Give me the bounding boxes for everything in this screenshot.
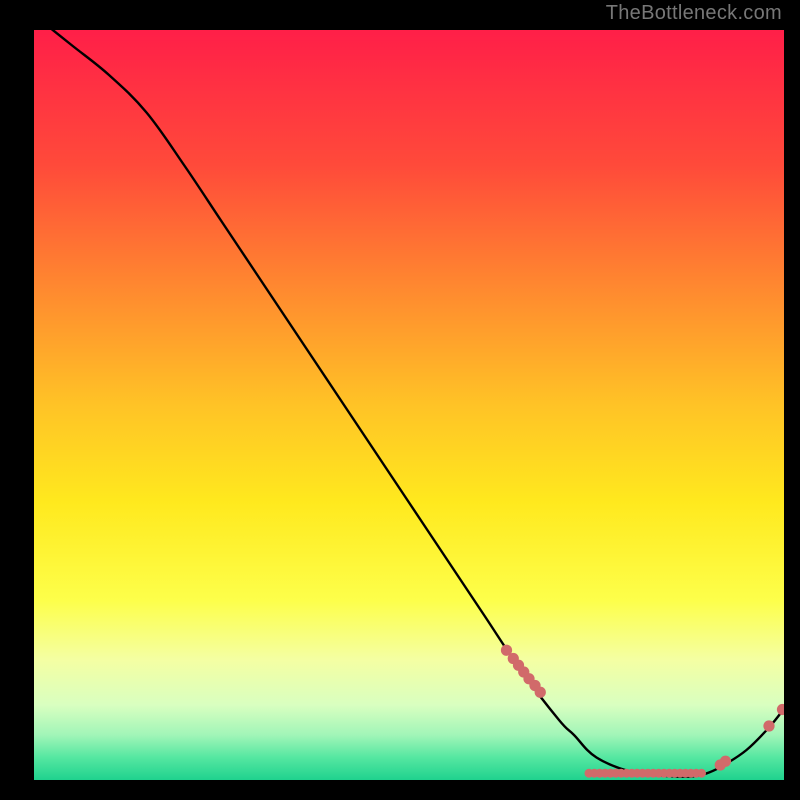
data-marker bbox=[777, 704, 784, 715]
data-marker bbox=[720, 756, 731, 767]
data-marker bbox=[535, 687, 546, 698]
chart-container: TheBottleneck.com bbox=[0, 0, 800, 800]
bottleneck-curve bbox=[34, 30, 784, 777]
data-markers bbox=[501, 645, 784, 778]
plot-area bbox=[34, 30, 784, 780]
data-marker bbox=[763, 720, 774, 731]
curve-overlay bbox=[34, 30, 784, 780]
data-marker bbox=[697, 769, 706, 778]
watermark-label: TheBottleneck.com bbox=[606, 2, 782, 25]
